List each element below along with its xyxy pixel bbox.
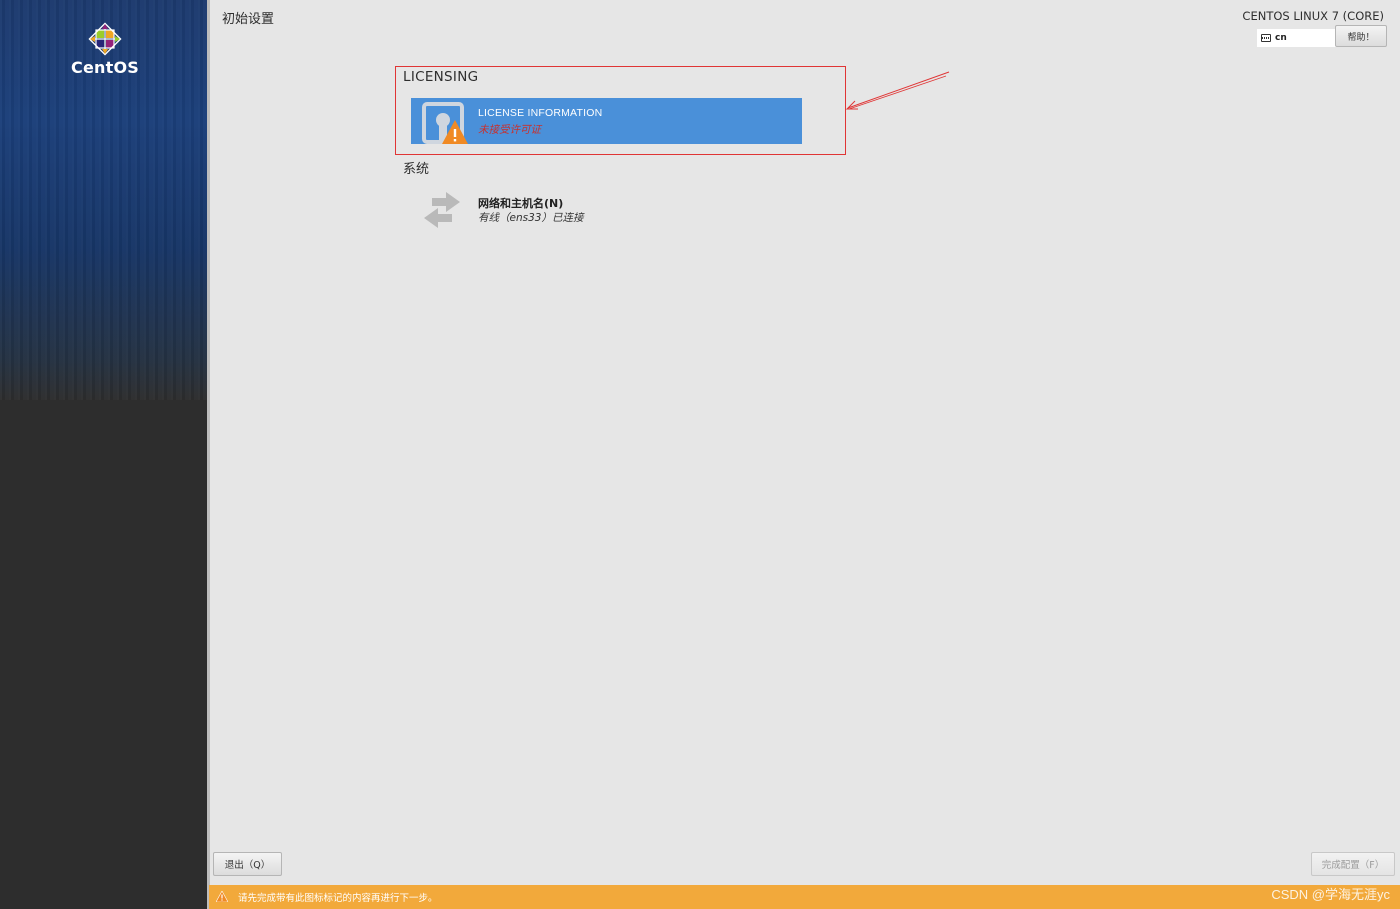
centos-logo: CentOS	[62, 22, 148, 77]
finish-configuration-button[interactable]: 完成配置（F）	[1311, 852, 1395, 876]
network-hostname-title: 网络和主机名(N)	[478, 197, 564, 210]
network-hostname-spoke[interactable]: 网络和主机名(N) 有线（ens33）已连接	[411, 186, 802, 232]
initial-setup-window: CentOS 初始设置 CENTOS LINUX 7 (CORE) cn 帮助！…	[0, 0, 1400, 909]
product-name: CENTOS LINUX 7 (CORE)	[1242, 9, 1384, 23]
keyboard-layout-indicator[interactable]: cn	[1257, 29, 1337, 47]
annotation-highlight-box	[395, 66, 846, 155]
warning-icon	[216, 891, 228, 902]
annotation-arrow	[845, 71, 950, 110]
help-button[interactable]: 帮助！	[1335, 25, 1387, 47]
warning-bar: 请先完成带有此图标标记的内容再进行下一步。	[209, 885, 1400, 909]
system-section-heading: 系统	[403, 162, 430, 177]
network-arrows-icon	[424, 192, 460, 228]
quit-button[interactable]: 退出（Q）	[213, 852, 282, 876]
sidebar: CentOS	[0, 0, 209, 909]
sidebar-divider	[207, 0, 210, 909]
network-hostname-status: 有线（ens33）已连接	[478, 212, 584, 224]
keyboard-icon	[1261, 34, 1271, 42]
watermark: CSDN @学海无涯yc	[1271, 887, 1390, 902]
keyboard-layout-label: cn	[1275, 33, 1287, 43]
warning-message: 请先完成带有此图标标记的内容再进行下一步。	[238, 893, 438, 904]
page-title: 初始设置	[222, 12, 275, 27]
centos-logo-icon	[88, 22, 122, 56]
centos-logo-text: CentOS	[71, 58, 139, 77]
